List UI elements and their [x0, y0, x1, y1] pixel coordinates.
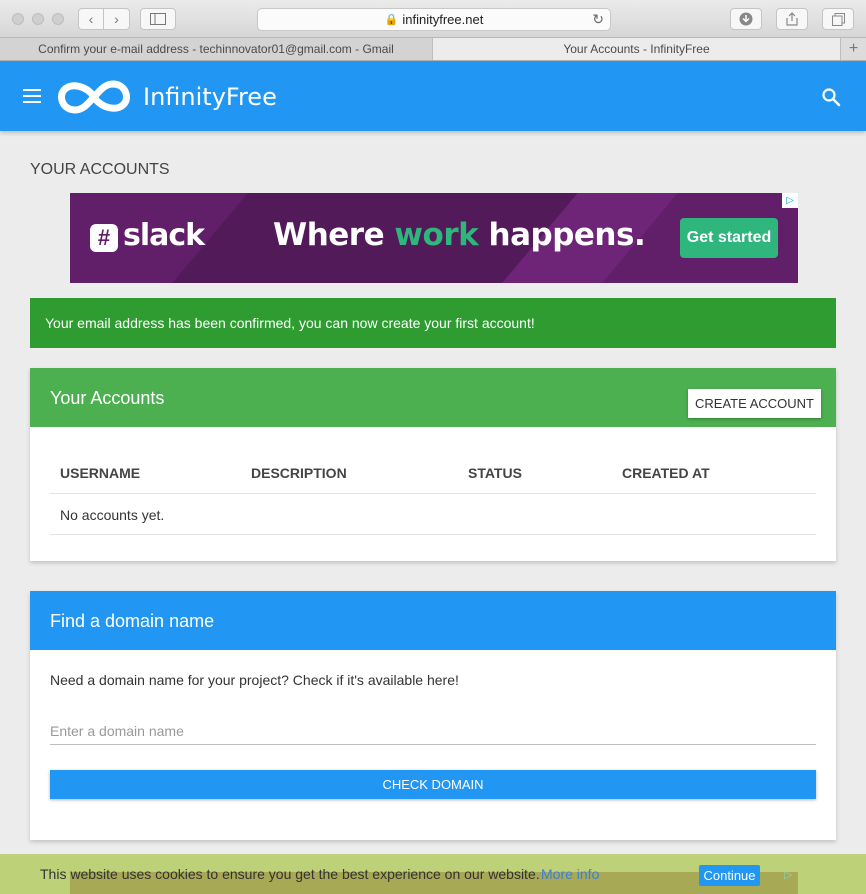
tab-label: Confirm your e-mail address - techinnova…: [38, 42, 394, 56]
tabs-icon: [831, 12, 845, 26]
page-title: YOUR ACCOUNTS: [30, 161, 170, 178]
column-header-description: DESCRIPTION: [251, 465, 347, 481]
close-window-button[interactable]: [12, 13, 24, 25]
ad-headline-highlight: work: [394, 217, 479, 253]
accounts-card: Your Accounts CREATE ACCOUNT USERNAME DE…: [30, 368, 836, 561]
tab-label: Your Accounts - InfinityFree: [563, 42, 710, 56]
download-icon: [739, 12, 753, 26]
slack-hash-icon: #: [90, 224, 118, 252]
accounts-card-header: Your Accounts CREATE ACCOUNT: [30, 368, 836, 427]
address-url: infinityfree.net: [402, 12, 484, 27]
reload-icon[interactable]: ↻: [592, 11, 604, 28]
ad-logo-text: slack: [123, 218, 205, 253]
ad-headline-post: happens.: [478, 217, 646, 253]
brand-name[interactable]: InfinityFree: [143, 83, 277, 111]
tab-your-accounts[interactable]: Your Accounts - InfinityFree: [433, 38, 841, 60]
back-button[interactable]: ‹: [78, 8, 104, 30]
create-account-button[interactable]: CREATE ACCOUNT: [688, 389, 821, 418]
cookie-more-info-link[interactable]: More info: [541, 866, 599, 882]
lock-icon: 🔒: [384, 14, 399, 26]
column-header-username: USERNAME: [60, 465, 141, 481]
minimize-window-button[interactable]: [32, 13, 44, 25]
ad-cta-button[interactable]: Get started: [680, 218, 778, 258]
tab-bar: Confirm your e-mail address - techinnova…: [0, 38, 866, 61]
window-controls: [12, 13, 64, 25]
column-header-created-at: CREATED AT: [622, 465, 710, 481]
check-domain-button[interactable]: CHECK DOMAIN: [50, 770, 816, 799]
hamburger-menu-icon[interactable]: [23, 89, 41, 103]
forward-button[interactable]: ›: [104, 8, 130, 30]
domain-card: Find a domain name Need a domain name fo…: [30, 591, 836, 840]
empty-state-text: No accounts yet.: [60, 507, 165, 523]
sidebar-toggle-button[interactable]: [140, 8, 176, 30]
domain-search-input[interactable]: [50, 717, 816, 745]
ad-headline: Where work happens.: [273, 217, 646, 253]
accounts-card-title: Your Accounts: [50, 388, 165, 408]
domain-description: Need a domain name for your project? Che…: [50, 672, 459, 688]
zoom-window-button[interactable]: [52, 13, 64, 25]
share-icon: [786, 12, 798, 26]
cookie-text: This website uses cookies to ensure you …: [40, 866, 540, 882]
chevron-right-icon: ›: [114, 11, 119, 27]
alert-message: Your email address has been confirmed, y…: [45, 315, 535, 331]
domain-card-header: Find a domain name: [30, 591, 836, 650]
browser-toolbar: ‹ › 🔒 infinityfree.net ↻: [0, 0, 866, 38]
sidebar-icon: [150, 13, 166, 25]
site-header: InfinityFree: [0, 61, 866, 131]
success-alert: Your email address has been confirmed, y…: [30, 298, 836, 348]
column-header-status: STATUS: [468, 465, 522, 481]
search-icon[interactable]: [821, 87, 841, 107]
cookie-continue-button[interactable]: Continue: [699, 865, 760, 886]
table-row: No accounts yet.: [50, 494, 816, 535]
share-button[interactable]: [776, 8, 808, 30]
new-tab-button[interactable]: +: [841, 38, 866, 60]
ad-headline-pre: Where: [273, 217, 395, 253]
downloads-button[interactable]: [730, 8, 762, 30]
domain-card-title: Find a domain name: [50, 611, 215, 631]
tab-gmail[interactable]: Confirm your e-mail address - techinnova…: [0, 38, 433, 60]
chevron-left-icon: ‹: [88, 11, 94, 27]
plus-icon: +: [848, 40, 859, 57]
tabs-overview-button[interactable]: [822, 8, 854, 30]
ad-banner[interactable]: # slack Where work happens. Get started …: [70, 193, 798, 283]
address-bar[interactable]: 🔒 infinityfree.net ↻: [257, 8, 611, 31]
adchoices-icon[interactable]: ▷: [784, 868, 792, 881]
infinity-logo-icon: [58, 80, 130, 114]
accounts-table-header: USERNAME DESCRIPTION STATUS CREATED AT: [50, 452, 816, 494]
adchoices-icon[interactable]: ▷: [782, 193, 798, 208]
